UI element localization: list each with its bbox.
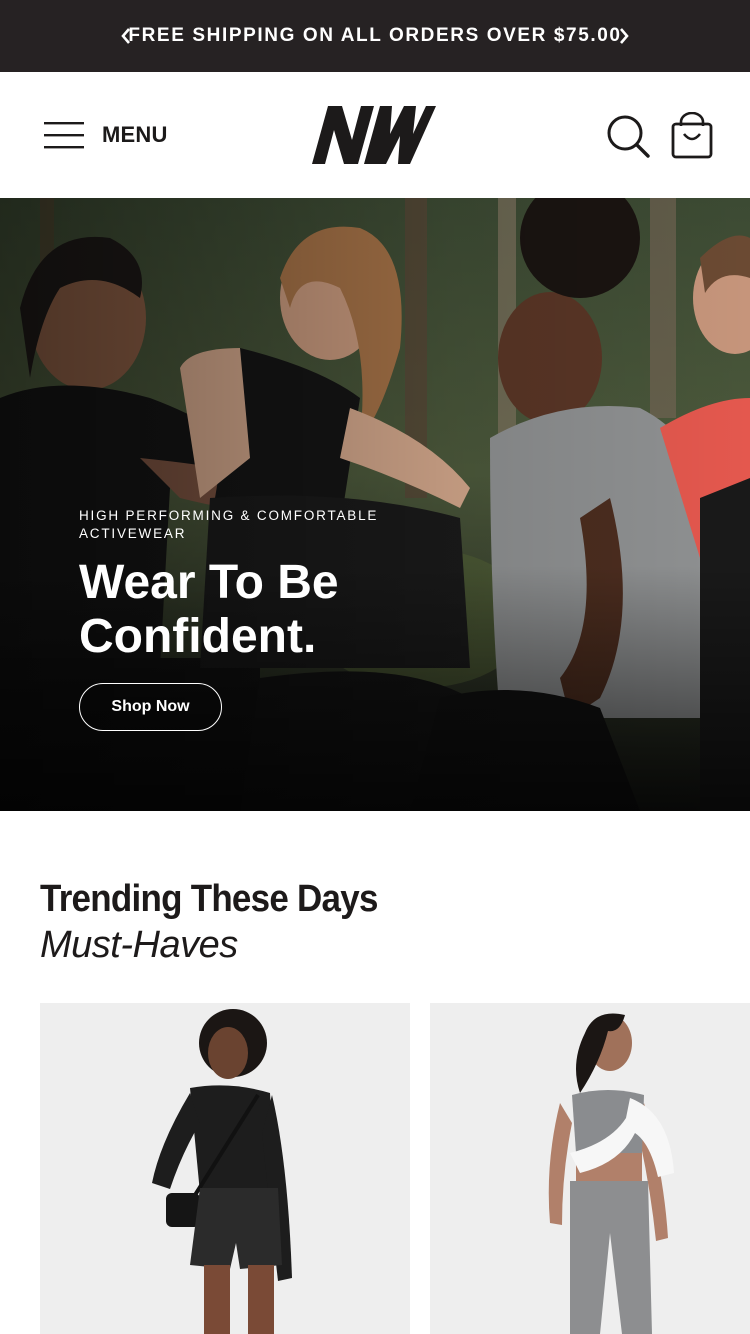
brand-logo[interactable] [312,106,436,164]
shop-now-button[interactable]: Shop Now [79,683,222,731]
product-image [40,1003,410,1334]
site-header: MENU [0,72,750,198]
cart-button[interactable] [670,111,714,160]
product-image [430,1003,750,1334]
menu-button[interactable]: MENU [44,118,168,152]
section-title: Trending These Days [40,878,378,920]
announcement-bar: FREE SHIPPING ON ALL ORDERS OVER $75.00 [0,0,750,72]
chevron-right-icon[interactable] [612,24,636,48]
shopping-bag-icon [671,111,713,159]
section-subtitle: Must-Haves [40,924,238,966]
hero-eyebrow: HIGH PERFORMING & COMFORTABLE ACTIVEWEAR [79,508,379,541]
hero-headline: Wear To Be Confident. [79,556,339,663]
chevron-left-icon[interactable] [114,24,138,48]
product-card[interactable] [40,1003,410,1334]
announcement-message: FREE SHIPPING ON ALL ORDERS OVER $75.00 [128,25,622,46]
search-button[interactable] [606,114,650,158]
menu-label: MENU [102,122,168,147]
hero-banner: HIGH PERFORMING & COMFORTABLE ACTIVEWEAR… [0,198,750,811]
hamburger-icon [44,122,84,149]
product-card[interactable] [430,1003,750,1334]
search-icon [607,115,650,158]
